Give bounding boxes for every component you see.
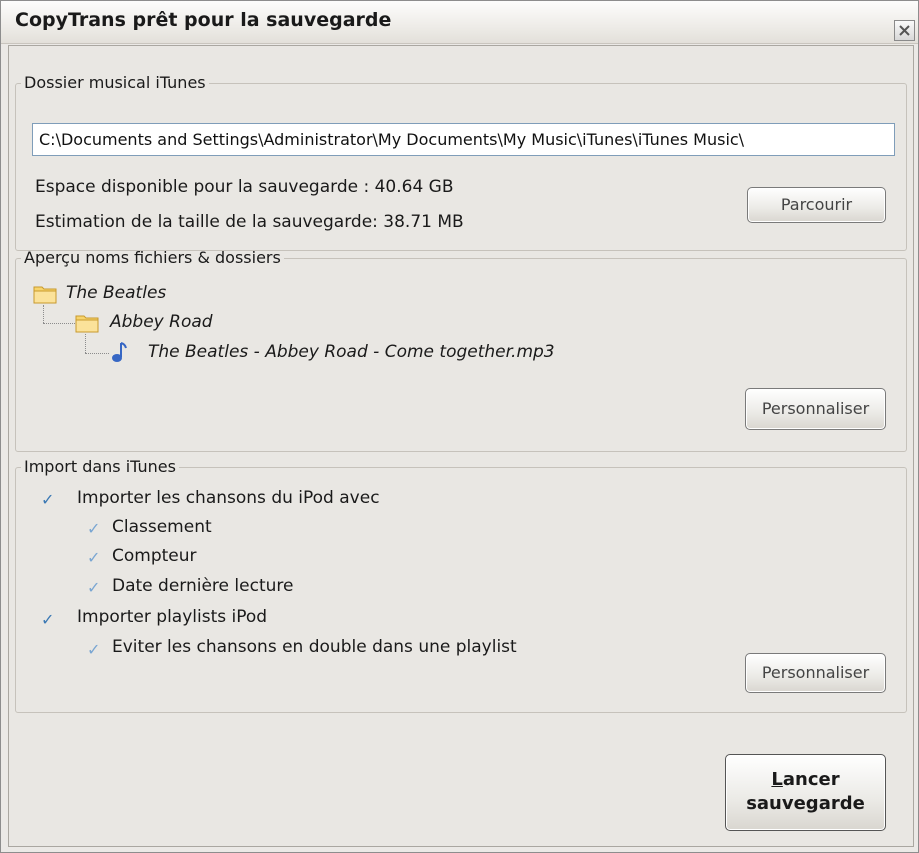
- check-icon: ✓: [87, 519, 101, 538]
- start-backup-label-line2: sauvegarde: [746, 793, 865, 814]
- mnemonic-letter: L: [771, 769, 783, 790]
- import-legend: Import dans iTunes: [24, 457, 176, 476]
- music-note-icon: [112, 342, 127, 362]
- check-icon: ✓: [41, 610, 55, 629]
- tree-connector: [85, 334, 86, 353]
- tree-artist-folder: The Beatles: [66, 283, 167, 303]
- tree-connector: [85, 353, 109, 354]
- folder-icon: [75, 315, 99, 333]
- music-folder-legend: Dossier musical iTunes: [24, 73, 206, 92]
- option-import-playlists: Importer playlists iPod: [77, 607, 268, 627]
- start-backup-button[interactable]: Lancer sauvegarde: [725, 754, 886, 831]
- tree-album-folder: Abbey Road: [110, 312, 213, 332]
- preview-legend: Aperçu noms fichiers & dossiers: [24, 248, 281, 267]
- close-icon: [899, 25, 910, 36]
- space-available-text: Espace disponible pour la sauvegarde : 4…: [35, 177, 454, 197]
- music-folder-path-input[interactable]: [32, 123, 895, 156]
- backup-dialog: CopyTrans prêt pour la sauvegarde Dossie…: [0, 0, 919, 853]
- tree-connector: [43, 305, 44, 323]
- folder-icon: [33, 286, 57, 304]
- customize-names-button[interactable]: Personnaliser: [745, 388, 886, 430]
- option-import-songs: Importer les chansons du iPod avec: [77, 488, 380, 508]
- dialog-title: CopyTrans prêt pour la sauvegarde: [15, 9, 392, 31]
- option-play-count: Compteur: [112, 546, 197, 566]
- option-avoid-duplicates: Eviter les chansons en double dans une p…: [112, 637, 517, 657]
- check-icon: ✓: [87, 578, 101, 597]
- browse-button[interactable]: Parcourir: [747, 187, 886, 223]
- title-bar: CopyTrans prêt pour la sauvegarde: [1, 1, 918, 44]
- check-icon: ✓: [41, 490, 55, 509]
- start-backup-label-line1: Lancer: [726, 768, 885, 792]
- tree-connector: [43, 323, 75, 324]
- customize-import-button[interactable]: Personnaliser: [745, 653, 886, 693]
- size-estimate-text: Estimation de la taille de la sauvegarde…: [35, 212, 464, 232]
- close-button[interactable]: [894, 20, 915, 41]
- option-last-played: Date dernière lecture: [112, 576, 294, 596]
- option-rating: Classement: [112, 517, 212, 537]
- check-icon: ✓: [87, 640, 101, 659]
- tree-file-name: The Beatles - Abbey Road - Come together…: [148, 342, 555, 362]
- check-icon: ✓: [87, 548, 101, 567]
- start-backup-label-line1-rest: ancer: [782, 769, 840, 790]
- dialog-body: Dossier musical iTunes Espace disponible…: [8, 45, 914, 847]
